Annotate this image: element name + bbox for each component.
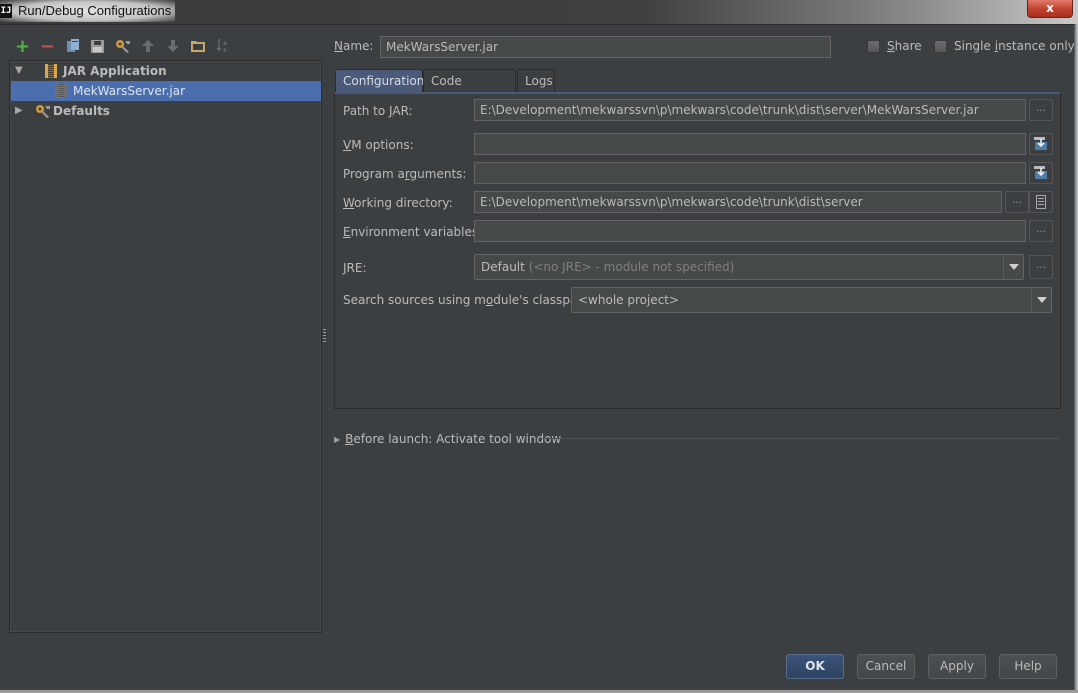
chevron-down-icon [1008, 264, 1019, 270]
ok-button[interactable]: OK [786, 654, 844, 679]
help-button[interactable]: Help [999, 654, 1057, 679]
save-icon [91, 39, 104, 53]
remove-configuration-button[interactable]: − [35, 35, 60, 57]
apply-button[interactable]: Apply [928, 654, 986, 679]
name-input[interactable]: MekWarsServer.jar [380, 36, 831, 58]
search-sources-label: Search sources using module's classpath: [343, 293, 594, 307]
cancel-button[interactable]: Cancel [857, 654, 915, 679]
chevron-down-icon [1036, 297, 1047, 303]
svg-text:a: a [223, 40, 227, 47]
jre-label: JRE: [343, 261, 367, 275]
create-folder-button[interactable] [185, 36, 210, 56]
working-directory-label: Working directory: [343, 196, 453, 210]
folder-icon [190, 41, 205, 52]
title-bar: IJ Run/Debug Configurations x [0, 0, 1078, 24]
tree-item-label: JAR Application [63, 64, 167, 78]
expand-field-icon [1034, 137, 1047, 150]
tree-item-defaults[interactable]: ▶ Defaults [11, 101, 321, 121]
path-to-jar-input[interactable]: E:\Development\mekwarssvn\p\mekwars\code… [474, 99, 1026, 121]
path-to-jar-label: Path to JAR: [343, 104, 413, 118]
jar-application-icon [45, 64, 57, 78]
single-instance-checkbox[interactable] [934, 40, 947, 53]
browse-jre-button[interactable]: ... [1029, 255, 1053, 279]
environment-variables-label: Environment variables: [343, 225, 483, 239]
jre-hint: (<no JRE> - module not specified) [528, 260, 735, 274]
remove-icon: − [39, 35, 56, 57]
vm-options-input[interactable] [474, 133, 1026, 155]
close-window-button[interactable]: x [1027, 0, 1073, 18]
copy-icon [66, 39, 79, 52]
search-sources-value: <whole project> [578, 293, 680, 307]
expand-arrow-icon[interactable]: ▼ [15, 66, 25, 76]
vm-options-label: VM options: [343, 138, 414, 152]
name-label: Name: [334, 39, 374, 53]
expand-arrow-icon[interactable]: ▶ [334, 435, 340, 444]
intellij-app-icon: IJ [0, 4, 12, 18]
program-arguments-input[interactable] [474, 162, 1026, 184]
program-arguments-label: Program arguments: [343, 167, 467, 181]
share-label[interactable]: Share [887, 39, 922, 53]
single-instance-label[interactable]: Single instance only [954, 39, 1075, 53]
before-launch-section[interactable]: ▶ Before launch: Activate tool window [334, 432, 1059, 446]
edit-defaults-icon [115, 39, 130, 53]
expand-program-arguments-button[interactable] [1029, 162, 1053, 184]
edit-environment-variables-button[interactable]: ... [1029, 220, 1053, 242]
add-configuration-button[interactable]: + [10, 35, 35, 57]
svg-text:z: z [223, 47, 227, 53]
move-up-icon [141, 40, 154, 52]
jar-file-icon [55, 84, 67, 98]
save-configuration-button[interactable] [85, 36, 110, 56]
copy-configuration-button[interactable] [60, 36, 85, 56]
config-toolbar: + − az [10, 35, 235, 57]
expand-vm-options-button[interactable] [1029, 133, 1053, 155]
environment-variables-input[interactable] [474, 220, 1026, 242]
move-up-button[interactable] [135, 36, 160, 56]
macro-document-icon [1036, 195, 1046, 209]
share-checkbox[interactable] [867, 40, 880, 53]
jre-dropdown-button[interactable] [1003, 255, 1023, 279]
splitter-handle[interactable] [323, 328, 326, 342]
tree-item-label: MekWarsServer.jar [73, 84, 186, 98]
before-launch-label: Before launch: Activate tool window [345, 432, 562, 446]
jre-value: Default [481, 260, 525, 274]
sort-icon: az [216, 39, 227, 53]
browse-working-directory-button[interactable]: ... [1005, 191, 1029, 213]
configuration-tree[interactable]: ▼ JAR Application MekWarsServer.jar ▶ De… [9, 60, 322, 633]
before-launch-separator [539, 438, 1059, 439]
defaults-wrench-icon [36, 104, 50, 118]
tree-item-jar-application[interactable]: ▼ JAR Application [11, 61, 321, 81]
move-down-icon [166, 40, 179, 52]
tab-logs[interactable]: Logs [517, 69, 555, 92]
add-icon: + [14, 35, 31, 57]
browse-jar-button[interactable]: ... [1029, 99, 1053, 121]
edit-defaults-button[interactable] [110, 36, 135, 56]
close-icon: x [1046, 1, 1054, 15]
tree-item-label: Defaults [53, 104, 110, 118]
tab-configuration[interactable]: Configuration [335, 69, 424, 92]
tab-code-coverage[interactable]: Code Coverage [423, 69, 516, 110]
insert-macro-button[interactable] [1029, 191, 1053, 213]
sort-configurations-button[interactable]: az [210, 36, 235, 56]
move-down-button[interactable] [160, 36, 185, 56]
tree-item-mekwarsserver-jar[interactable]: MekWarsServer.jar [11, 81, 321, 101]
search-sources-combobox[interactable]: <whole project> [571, 287, 1052, 313]
expand-field-icon [1034, 166, 1047, 179]
jre-combobox[interactable]: Default (<no JRE> - module not specified… [474, 254, 1024, 280]
collapse-arrow-icon[interactable]: ▶ [15, 106, 25, 116]
search-sources-dropdown-button[interactable] [1031, 288, 1051, 312]
working-directory-input[interactable]: E:\Development\mekwarssvn\p\mekwars\code… [474, 191, 1002, 213]
window-title: Run/Debug Configurations [18, 3, 172, 18]
